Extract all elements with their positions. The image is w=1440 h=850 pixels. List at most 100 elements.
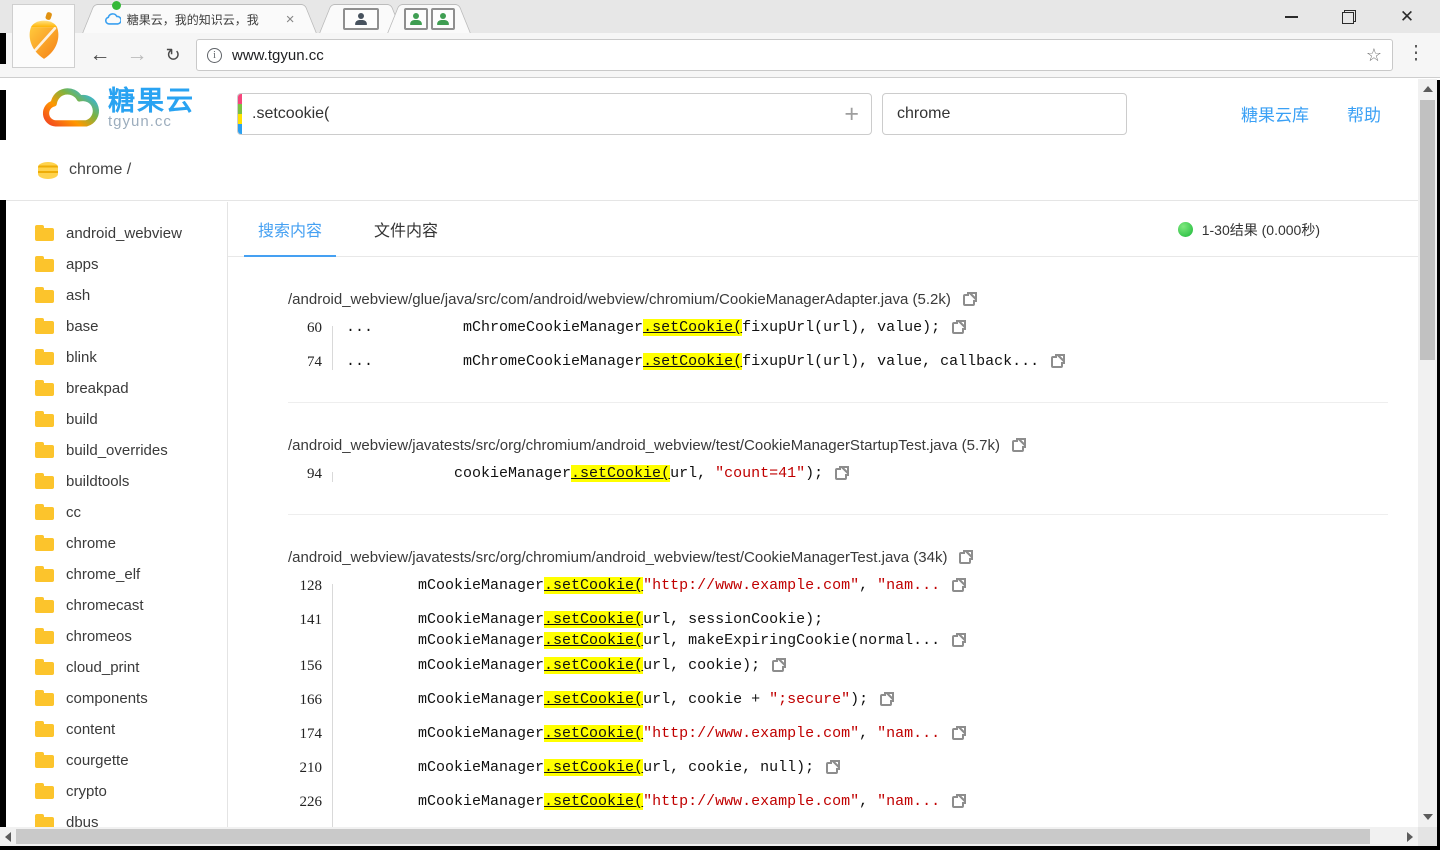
cloud-favicon-icon	[105, 13, 121, 25]
sidebar-folder-item[interactable]: build_overrides	[0, 435, 227, 466]
sidebar-folder-item[interactable]: chromecast	[0, 590, 227, 621]
external-link-icon[interactable]	[952, 319, 968, 334]
folder-icon	[35, 690, 54, 706]
external-link-icon[interactable]	[1012, 436, 1028, 452]
external-link-icon[interactable]	[826, 759, 842, 774]
horizontal-scrollbar[interactable]	[0, 827, 1418, 846]
sidebar-folder-label: android_webview	[66, 225, 182, 242]
close-window-button[interactable]: ✕	[1392, 6, 1422, 28]
address-bar[interactable]: i www.tgyun.cc ☆	[196, 39, 1393, 71]
sidebar-folder-item[interactable]: content	[0, 714, 227, 745]
sidebar-folder-item[interactable]: cc	[0, 497, 227, 528]
browser-menu-icon[interactable]: ⋮	[1406, 42, 1426, 65]
info-icon[interactable]: i	[207, 47, 222, 63]
code-text: mCookieManager.setCookie("http://www.exa…	[346, 725, 941, 742]
code-line: mCookieManager.setCookie("http://www.exa…	[332, 724, 968, 744]
user-icon	[409, 13, 422, 25]
sidebar-folder-item[interactable]: chrome	[0, 528, 227, 559]
sidebar-folder-item[interactable]: buildtools	[0, 466, 227, 497]
sidebar-folder-item[interactable]: crypto	[0, 776, 227, 807]
sidebar-folder-label: crypto	[66, 783, 107, 800]
external-link-icon[interactable]	[880, 691, 896, 706]
sidebar-folder-item[interactable]: chromeos	[0, 621, 227, 652]
sidebar-folder-item[interactable]: ash	[0, 280, 227, 311]
browser-tab-active[interactable]: 糖果云，我的知识云，我 ×	[97, 4, 302, 33]
vertical-scroll-thumb[interactable]	[1420, 100, 1435, 360]
result-file-path[interactable]: /android_webview/javatests/src/org/chrom…	[288, 549, 947, 566]
search-input[interactable]	[252, 94, 827, 134]
sidebar-folder-label: buildtools	[66, 473, 130, 490]
code-line: mCookieManager.setCookie(url, cookie + "…	[332, 690, 896, 710]
code-line-row: 156 mCookieManager.setCookie(url, cookie…	[288, 656, 1388, 676]
restore-button[interactable]	[1334, 6, 1364, 28]
line-number: 210	[299, 760, 323, 776]
code-text: cookieManager.setCookie(url, "count=41")…	[346, 465, 824, 482]
external-link-icon[interactable]	[952, 632, 968, 647]
search-result-block: /android_webview/javatests/src/org/chrom…	[288, 403, 1388, 515]
sidebar-folder-item[interactable]: build	[0, 404, 227, 435]
sidebar-folder-item[interactable]: components	[0, 683, 227, 714]
scroll-down-icon[interactable]	[1423, 814, 1433, 820]
nav-link-help[interactable]: 帮助	[1347, 101, 1381, 126]
scope-input[interactable]	[897, 94, 1116, 134]
sidebar-folder-item[interactable]: courgette	[0, 745, 227, 776]
breadcrumb-label: chrome /	[69, 161, 132, 178]
nav-link-library[interactable]: 糖果云库	[1241, 101, 1309, 126]
bookmark-star-icon[interactable]: ☆	[1366, 45, 1382, 66]
tab-file-content[interactable]: 文件内容	[360, 202, 452, 256]
horizontal-scroll-thumb[interactable]	[16, 829, 1370, 844]
sidebar-folder-item[interactable]: apps	[0, 249, 227, 280]
result-file-path[interactable]: /android_webview/glue/java/src/com/andro…	[288, 291, 951, 308]
restore-icon	[1342, 10, 1356, 24]
sidebar-folder-label: base	[66, 318, 99, 335]
external-link-icon[interactable]	[959, 548, 975, 564]
external-link-icon[interactable]	[835, 465, 851, 480]
logo-title: 糖果云	[108, 85, 195, 116]
minimize-button[interactable]	[1276, 6, 1306, 28]
code-line-row: 141 mCookieManager.setCookie(url, sessio…	[288, 610, 1388, 630]
external-link-icon[interactable]	[1051, 353, 1067, 368]
breadcrumb[interactable]: chrome /	[0, 140, 1437, 201]
sidebar-folder-item[interactable]: blink	[0, 342, 227, 373]
tab-search-content[interactable]: 搜索内容	[244, 202, 337, 257]
main-panel: 搜索内容 文件内容 1-30结果 (0.000秒) /android_webvi…	[228, 202, 1418, 846]
acorn-logo-button[interactable]	[12, 4, 75, 68]
scope-box	[882, 93, 1127, 135]
vertical-scrollbar[interactable]	[1418, 79, 1437, 827]
scroll-right-icon[interactable]	[1407, 832, 1413, 842]
sidebar-folder-item[interactable]: breakpad	[0, 373, 227, 404]
external-link-icon[interactable]	[962, 290, 978, 306]
folder-icon	[35, 225, 54, 241]
browser-tab-profile[interactable]	[334, 4, 388, 33]
result-path-row: /android_webview/javatests/src/org/chrom…	[288, 436, 1388, 454]
sidebar-folder-item[interactable]: android_webview	[0, 218, 227, 249]
sidebar-folder-label: breakpad	[66, 380, 129, 397]
tab-close-icon[interactable]: ×	[282, 12, 298, 27]
status-green-dot-icon	[1177, 222, 1193, 237]
external-link-icon[interactable]	[772, 657, 788, 672]
external-link-icon[interactable]	[952, 793, 968, 808]
code-line-row: 94 cookieManager.setCookie(url, "count=4…	[288, 464, 1388, 484]
scroll-left-icon[interactable]	[5, 832, 11, 842]
sidebar-folder-item[interactable]: cloud_print	[0, 652, 227, 683]
line-number: 174	[299, 726, 323, 742]
reload-icon[interactable]: ↻	[158, 40, 188, 70]
back-icon[interactable]: ←	[85, 40, 115, 70]
external-link-icon[interactable]	[952, 577, 968, 592]
line-number: 60	[307, 320, 322, 336]
site-logo[interactable]: 糖果云 tgyun.cc	[40, 85, 195, 131]
add-query-button[interactable]: +	[844, 98, 859, 130]
url-text[interactable]: www.tgyun.cc	[232, 47, 1366, 64]
line-number: 226	[299, 794, 323, 810]
scroll-up-icon[interactable]	[1423, 86, 1433, 92]
logo-cloud-icon	[42, 88, 99, 127]
sidebar-folder-item[interactable]: base	[0, 311, 227, 342]
external-link-icon[interactable]	[952, 725, 968, 740]
code-line-row: mCookieManager.setCookie(url, makeExpiri…	[288, 631, 1388, 651]
forward-icon[interactable]: →	[122, 40, 152, 70]
folder-icon	[35, 349, 54, 365]
code-line-row: 60 ... mChromeCookieManager.setCookie(fi…	[288, 318, 1388, 338]
sidebar-folder-item[interactable]: chrome_elf	[0, 559, 227, 590]
result-file-path[interactable]: /android_webview/javatests/src/org/chrom…	[288, 437, 1000, 454]
browser-tab-profiles[interactable]	[402, 4, 456, 33]
